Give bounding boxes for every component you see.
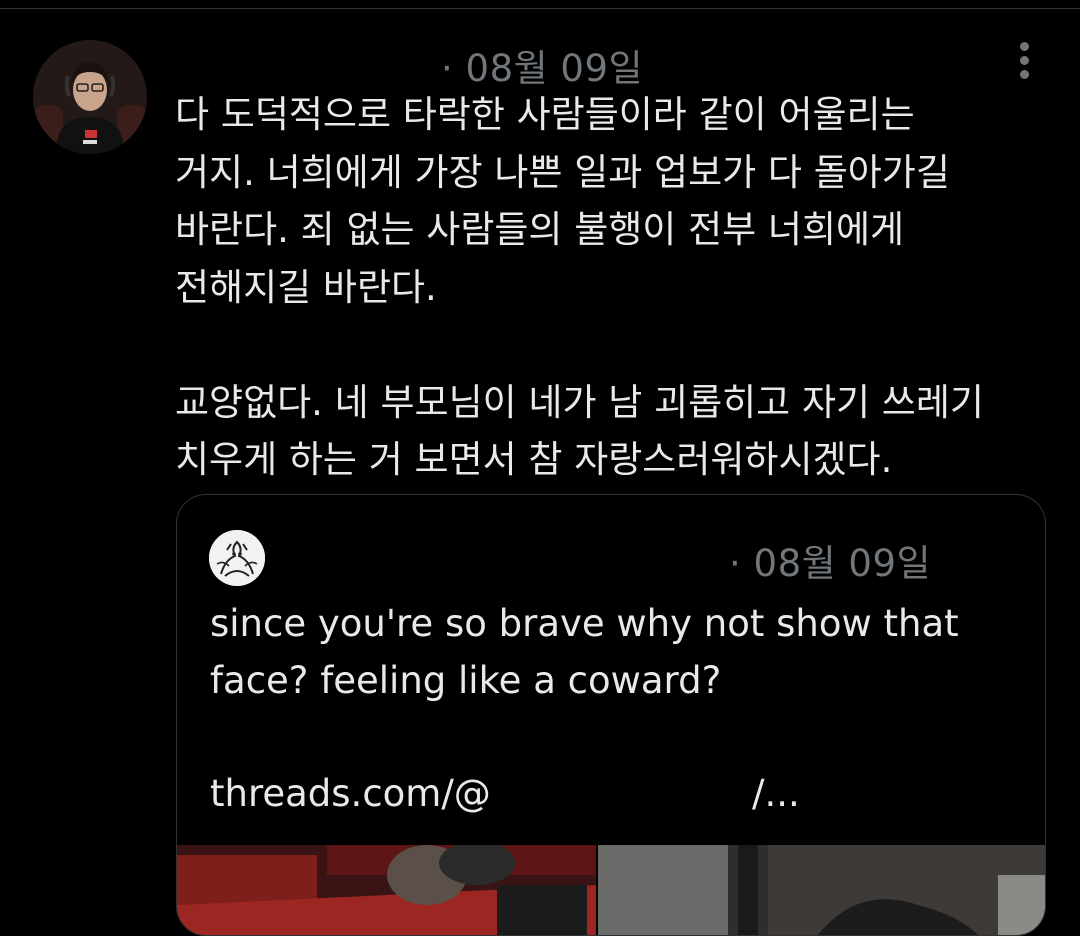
- quote-link-suffix[interactable]: /...: [752, 765, 800, 822]
- quoted-user-avatar[interactable]: [209, 530, 265, 586]
- user-avatar[interactable]: [33, 40, 147, 154]
- tweet-text: 다 도덕적으로 타락한 사람들이라 같이 어울리는 거지. 너희에게 가장 나쁜…: [175, 93, 984, 481]
- media-image-left[interactable]: [177, 845, 596, 935]
- quote-tweet-card[interactable]: · 08월 09일 since you're so brave why not …: [176, 494, 1046, 936]
- tweet[interactable]: · 08월 09일 다 도덕적으로 타락한 사람들이라 같이 어울리는 거지. …: [0, 0, 1080, 936]
- more-vertical-icon: [1020, 42, 1029, 51]
- more-options-button[interactable]: [1008, 40, 1040, 82]
- quote-media[interactable]: [177, 845, 1045, 935]
- tweet-header: · 08월 09일: [175, 34, 995, 90]
- quote-link[interactable]: threads.com/@ /...: [210, 765, 1010, 822]
- tweet-timestamp[interactable]: · 08월 09일: [441, 38, 643, 92]
- quote-text: since you're so brave why not show that …: [210, 602, 959, 702]
- quote-timestamp: · 08월 09일: [729, 542, 932, 585]
- media-image-right[interactable]: [598, 845, 1045, 935]
- quote-link-prefix[interactable]: threads.com/@: [210, 765, 491, 822]
